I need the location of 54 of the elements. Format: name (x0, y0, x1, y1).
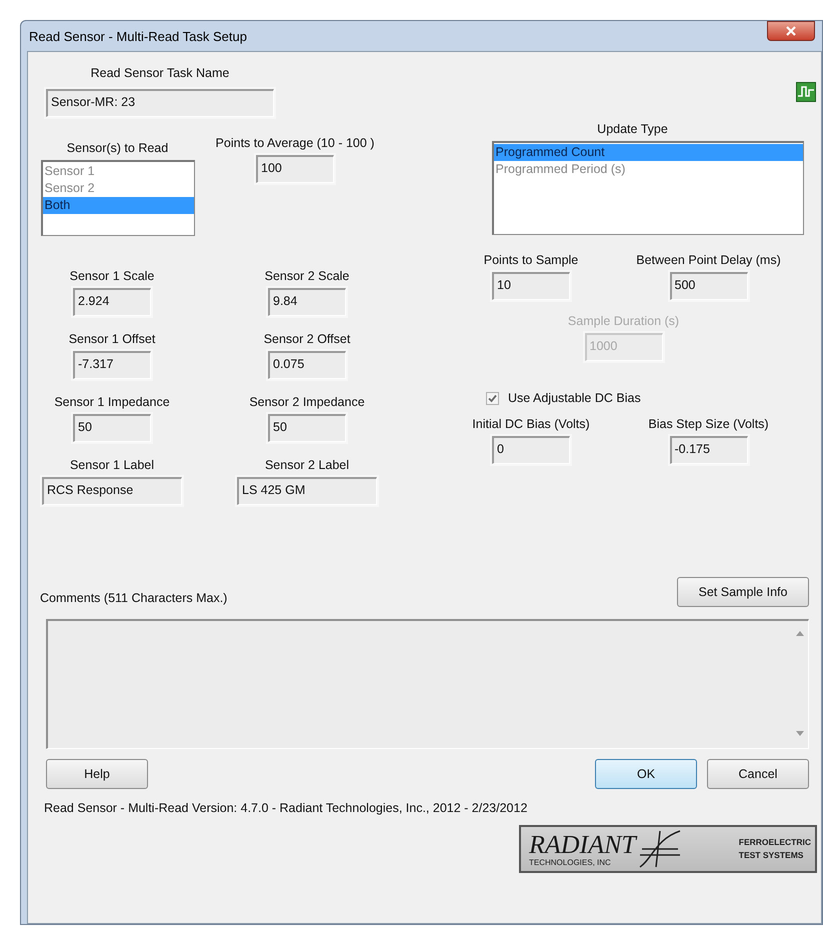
input-field[interactable]: -7.317 (73, 351, 151, 379)
input-field[interactable]: 0 (492, 436, 570, 464)
field-label: Initial DC Bias (Volts) (472, 417, 590, 431)
field-label: Sensor 1 Offset (68, 332, 156, 346)
logo-tagline: FERROELECTRIC (738, 836, 811, 849)
checkbox-label: Use Adjustable DC Bias (508, 391, 641, 405)
input-field[interactable]: 10 (492, 272, 570, 300)
list-item[interactable]: Both (42, 197, 194, 214)
field-label: Sensor 1 Label (70, 458, 154, 472)
task-name-field[interactable]: Sensor-MR: 23 (46, 89, 274, 117)
field-label: Sample Duration (s) (568, 314, 680, 328)
list-item[interactable]: Sensor 2 (42, 180, 194, 197)
window-title: Read Sensor - Multi-Read Task Setup (28, 28, 247, 44)
version-text: Read Sensor - Multi-Read Version: 4.7.0 - Radiant Technologies, Inc., 2012 - 2/23/2012 (44, 801, 528, 815)
hysteresis-icon (638, 829, 682, 869)
input-field[interactable]: 50 (73, 414, 151, 442)
field-label: Sensor(s) to Read (66, 141, 168, 155)
input-field[interactable]: LS 425 GM (237, 477, 377, 505)
field-label: Sensor 2 Impedance (249, 395, 365, 409)
ok-button[interactable]: OK (595, 759, 697, 789)
field-label: Between Point Delay (ms) (636, 253, 781, 267)
logo-tagline: TEST SYSTEMS (738, 849, 804, 862)
field-label: Update Type (597, 122, 668, 136)
sensor-listbox[interactable]: Sensor 1 Sensor 2 Both (40, 160, 194, 236)
help-button[interactable]: Help (46, 759, 148, 789)
input-field[interactable]: 500 (670, 272, 748, 300)
input-field[interactable]: RCS Response (42, 477, 182, 505)
close-icon (785, 25, 797, 37)
waveform-icon[interactable] (796, 82, 816, 102)
set-sample-info-button[interactable]: Set Sample Info (677, 577, 809, 607)
cancel-button[interactable]: Cancel (707, 759, 809, 789)
list-item[interactable]: Sensor 1 (42, 163, 194, 180)
input-field[interactable]: 0.075 (268, 351, 346, 379)
field-label: Points to Sample (484, 253, 578, 267)
input-field[interactable]: 9.84 (268, 288, 346, 316)
input-field[interactable]: 2.924 (73, 288, 151, 316)
comments-label: Comments (511 Characters Max.) (40, 591, 228, 605)
list-item[interactable]: Programmed Period (s) (494, 161, 802, 178)
update-type-listbox[interactable]: Programmed Count Programmed Period (s) (492, 141, 804, 235)
field-label: Sensor 1 Impedance (54, 395, 170, 409)
field-label: Sensor 1 Scale (70, 269, 154, 283)
field-label: Sensor 2 Offset (264, 332, 350, 346)
field-label: Sensor 2 Label (264, 458, 350, 472)
field-label: Bias Step Size (Volts) (648, 417, 769, 431)
points-to-average-field[interactable]: 100 (256, 155, 334, 183)
field-label: Sensor 2 Scale (264, 269, 350, 283)
input-field[interactable]: 50 (268, 414, 346, 442)
close-button[interactable] (767, 21, 815, 41)
field-label: Read Sensor Task Name (90, 66, 230, 80)
list-item[interactable]: Programmed Count (494, 144, 802, 161)
input-field[interactable]: -0.175 (670, 436, 748, 464)
logo-subtitle: TECHNOLOGIES, INC (529, 858, 612, 866)
logo-name: RADIANT (529, 832, 636, 858)
field-label: Points to Average (10 - 100 ) (216, 136, 374, 150)
